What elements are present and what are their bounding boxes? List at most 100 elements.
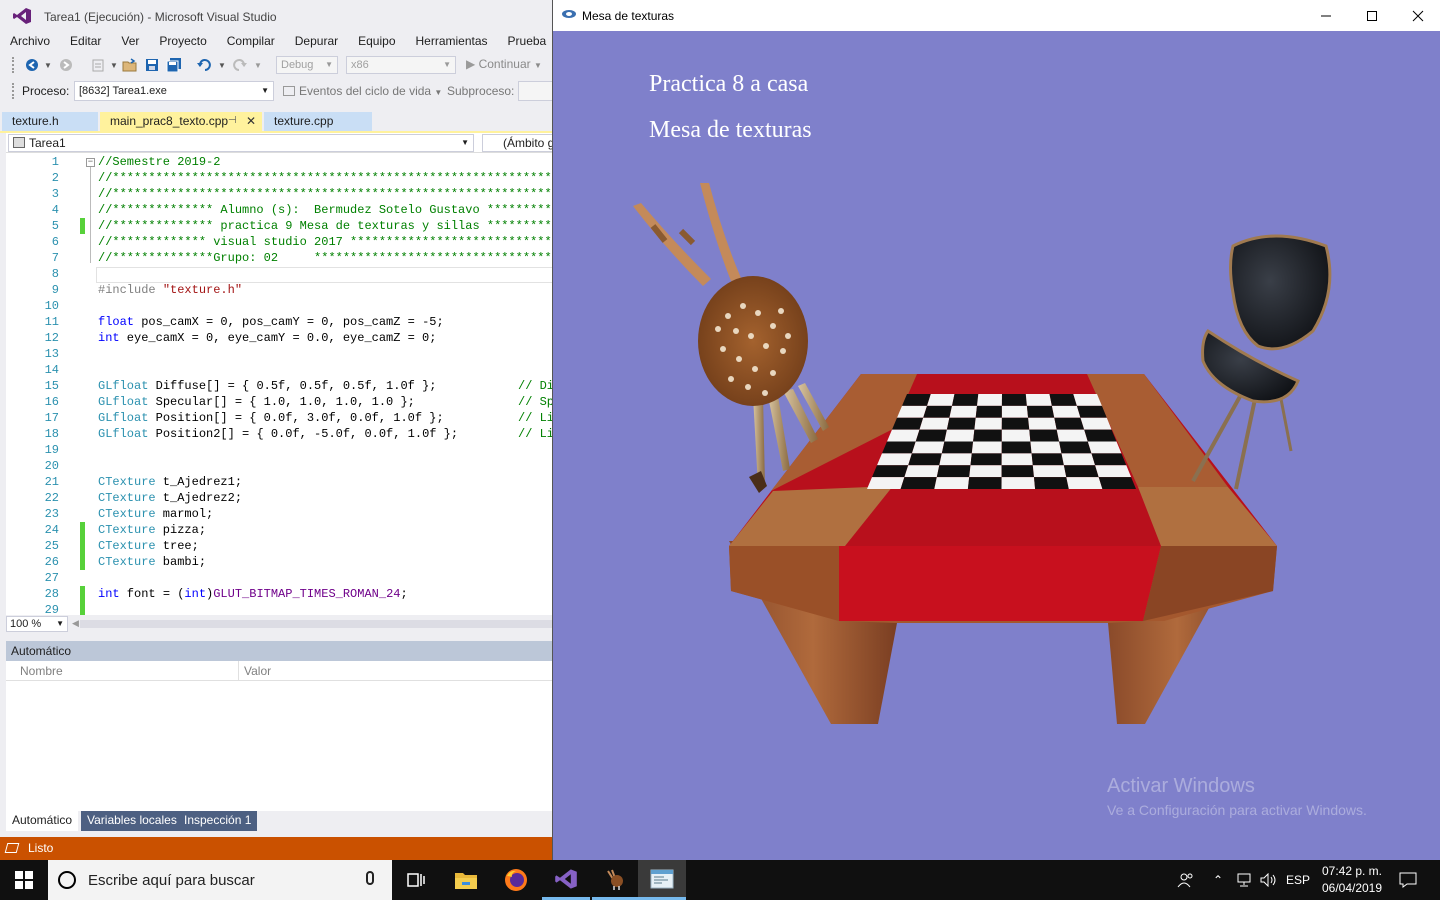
editor-zoom-bar: 100 % ▼ ◀ xyxy=(6,616,552,632)
continue-button[interactable]: ▶ Continuar ▼ xyxy=(466,57,542,71)
chess-square xyxy=(952,394,979,406)
menu-proyecto[interactable]: Proyecto xyxy=(149,32,216,52)
chess-square xyxy=(927,394,955,406)
save-all-icon[interactable] xyxy=(166,57,182,73)
scope-value: (Ámbito gl xyxy=(503,136,552,150)
undo-icon[interactable] xyxy=(196,57,212,73)
line-number: 21 xyxy=(44,475,59,489)
menu-editar[interactable]: Editar xyxy=(60,32,111,52)
menu-prueba[interactable]: Prueba xyxy=(498,32,552,52)
chess-square xyxy=(1076,405,1107,418)
taskbar-console-window[interactable] xyxy=(638,860,686,900)
menu-depurar[interactable]: Depurar xyxy=(285,32,348,52)
close-icon[interactable]: ✕ xyxy=(246,112,256,130)
menu-herramientas[interactable]: Herramientas xyxy=(406,32,498,52)
menu-archivo[interactable]: Archivo xyxy=(0,32,60,52)
redo-icon[interactable] xyxy=(232,57,248,73)
project-value: Tarea1 xyxy=(29,136,66,150)
type-token: CTexture xyxy=(98,523,156,537)
change-marker xyxy=(80,586,85,602)
menu-ver[interactable]: Ver xyxy=(111,32,149,52)
system-clock[interactable]: 07:42 p. m. 06/04/2019 xyxy=(1312,863,1392,897)
open-file-icon[interactable] xyxy=(122,57,138,73)
tab-locals[interactable]: Variables locales xyxy=(81,811,183,831)
minimize-button[interactable] xyxy=(1303,0,1349,31)
taskbar-search-box[interactable]: Escribe aquí para buscar xyxy=(48,860,392,900)
code-token: eye_camX = 0, eye_camY = 0.0, eye_camZ =… xyxy=(119,331,437,345)
chess-square xyxy=(1029,429,1060,442)
taskbar-opengl-app[interactable] xyxy=(592,860,640,900)
scroll-left-icon[interactable]: ◀ xyxy=(72,618,79,629)
code-text: float pos_camX = 0, pos_camY = 0, pos_ca… xyxy=(98,314,444,330)
horizontal-scrollbar[interactable] xyxy=(80,620,552,628)
pin-icon[interactable]: ⊣ xyxy=(228,112,237,130)
line-number: 25 xyxy=(44,539,59,553)
vs-window-title: Tarea1 (Ejecución) - Microsoft Visual St… xyxy=(44,10,277,24)
back-dropdown-icon[interactable]: ▼ xyxy=(40,57,56,73)
maximize-button[interactable] xyxy=(1349,0,1395,31)
undo-dropdown-icon[interactable]: ▼ xyxy=(214,57,230,73)
collapse-icon[interactable]: − xyxy=(86,158,95,167)
toolbar-grip[interactable] xyxy=(12,57,16,73)
debug-tool-tabs: Automático Variables locales Inspección … xyxy=(6,811,552,831)
platform-combo[interactable]: x86 ▼ xyxy=(346,56,456,74)
process-combo[interactable]: [8632] Tarea1.exe ▼ xyxy=(74,81,274,101)
network-button[interactable] xyxy=(1232,860,1256,900)
start-button[interactable] xyxy=(0,860,48,900)
menu-equipo[interactable]: Equipo xyxy=(348,32,405,52)
task-view-button[interactable] xyxy=(392,860,440,900)
tab-texture-cpp[interactable]: texture.cpp xyxy=(264,112,372,131)
zoom-combo[interactable]: 100 % ▼ xyxy=(6,616,68,632)
forward-icon[interactable] xyxy=(58,57,74,73)
code-text: CTexture bambi; xyxy=(98,554,206,570)
back-icon[interactable] xyxy=(24,57,40,73)
input-language-button[interactable]: ESP xyxy=(1284,860,1312,900)
chess-square xyxy=(970,453,1002,466)
maximize-icon xyxy=(1367,10,1377,21)
save-icon[interactable] xyxy=(144,57,160,73)
tab-watch-1[interactable]: Inspección 1 xyxy=(178,811,258,831)
chess-square xyxy=(967,477,1002,489)
column-divider[interactable] xyxy=(238,661,239,681)
line-number: 17 xyxy=(44,411,59,425)
preprocessor-token: #include xyxy=(98,283,163,297)
taskbar-file-explorer[interactable] xyxy=(442,860,490,900)
line-number: 16 xyxy=(44,395,59,409)
tab-texture-h[interactable]: texture.h xyxy=(2,112,98,131)
code-editor[interactable]: 1 −//Semestre 2019-2 2 //*****************… xyxy=(6,153,552,615)
configuration-combo[interactable]: Debug ▼ xyxy=(276,56,338,74)
chevron-down-icon: ▼ xyxy=(261,86,269,95)
redo-dropdown-icon[interactable]: ▼ xyxy=(250,57,266,73)
string-token: "texture.h" xyxy=(162,283,243,297)
chevron-down-icon: ▼ xyxy=(443,60,451,69)
volume-button[interactable] xyxy=(1258,860,1280,900)
code-line: 26 CTexture bambi; xyxy=(6,554,552,570)
chevron-down-icon: ▼ xyxy=(434,88,443,97)
show-hidden-icons-button[interactable]: ⌃ xyxy=(1208,860,1228,900)
column-value[interactable]: Valor xyxy=(244,664,271,678)
code-text: //**************Grupo: 02 **************… xyxy=(98,251,552,265)
scope-combo[interactable]: (Ámbito gl xyxy=(482,134,552,152)
project-combo[interactable]: Tarea1 ▼ xyxy=(8,134,474,152)
new-project-icon[interactable] xyxy=(90,57,106,73)
tab-autos[interactable]: Automático xyxy=(6,811,79,831)
volume-icon xyxy=(1260,873,1276,887)
menu-compilar[interactable]: Compilar xyxy=(217,32,285,52)
line-number: 11 xyxy=(44,315,59,329)
tab-main-prac8-texto-cpp[interactable]: main_prac8_texto.cpp ⊣ ✕ xyxy=(100,112,262,131)
activate-windows-title: Activar Windows xyxy=(1107,775,1255,797)
new-dropdown-icon[interactable]: ▼ xyxy=(106,57,122,73)
column-name[interactable]: Nombre xyxy=(20,664,63,678)
gl-render-canvas[interactable]: Practica 8 a casa Mesa de texturas Activ… xyxy=(553,31,1440,860)
taskbar-visual-studio[interactable] xyxy=(542,860,590,900)
close-button[interactable] xyxy=(1395,0,1440,31)
action-center-button[interactable] xyxy=(1394,860,1422,900)
toolbar-grip[interactable] xyxy=(12,83,16,99)
thread-combo[interactable] xyxy=(518,81,552,101)
taskbar: Escribe aquí para buscar ⌃ ESP 07:42 p. … xyxy=(0,860,1440,900)
taskbar-firefox[interactable] xyxy=(492,860,540,900)
lifecycle-events-button[interactable]: Eventos del ciclo de vida ▼ xyxy=(283,84,442,98)
microphone-icon[interactable] xyxy=(366,871,374,885)
code-line: 7 //**************Grupo: 02 *************… xyxy=(6,250,552,266)
people-button[interactable] xyxy=(1172,860,1200,900)
